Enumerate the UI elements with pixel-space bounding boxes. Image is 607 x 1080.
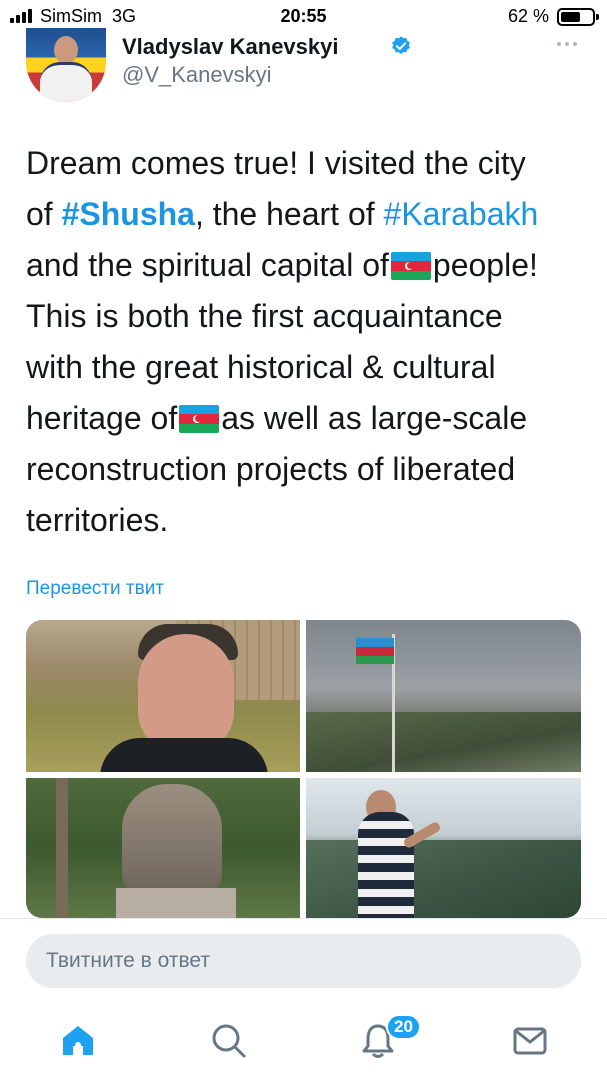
tweet-line: territories. — [26, 502, 169, 538]
tweet-line: Dream comes true! I visited the city — [26, 145, 526, 181]
photo-bust[interactable] — [26, 778, 300, 918]
azerbaijan-flag-icon — [179, 405, 220, 433]
azerbaijan-flag-icon — [390, 252, 431, 280]
divider — [0, 918, 607, 919]
photo-flag[interactable] — [306, 620, 581, 772]
bottom-navigation — [0, 1000, 607, 1080]
notifications-badge: 20 — [386, 1014, 421, 1040]
photo-grid — [26, 620, 581, 918]
tweet-line: heritage of as well as large-scale — [26, 400, 528, 436]
tweet-line: with the great historical & cultural — [26, 349, 496, 385]
search-icon[interactable] — [208, 1020, 248, 1060]
home-icon[interactable] — [58, 1020, 98, 1060]
author-handle[interactable]: @V_Kanevskyi — [122, 62, 272, 88]
messages-icon[interactable] — [510, 1020, 550, 1060]
battery-fill — [561, 12, 580, 22]
verified-badge-icon — [392, 36, 410, 54]
hashtag-shusha[interactable]: #Shusha — [62, 196, 195, 232]
tweet-line: of #Shusha, the heart of #Karabakh — [26, 196, 539, 232]
photo-selfie[interactable] — [26, 620, 300, 772]
tweet-text: Dream comes true! I visited the city of … — [26, 138, 586, 546]
translate-tweet-link[interactable]: Перевести твит — [26, 578, 164, 600]
tweet-line: and the spiritual capital of people! — [26, 247, 538, 283]
tweet-line: reconstruction projects of liberated — [26, 451, 516, 487]
more-options-icon[interactable] — [557, 42, 577, 46]
battery-icon — [557, 8, 599, 26]
author-name[interactable]: Vladyslav Kanevskyi — [122, 34, 338, 60]
avatar[interactable] — [26, 28, 106, 102]
hashtag-karabakh[interactable]: #Karabakh — [384, 196, 539, 232]
photo-mountains[interactable] — [306, 778, 581, 918]
tweet-line: This is both the first acquaintance — [26, 298, 503, 334]
battery-percentage: 62 % — [507, 6, 549, 26]
reply-input[interactable]: Твитните в ответ — [26, 934, 581, 988]
